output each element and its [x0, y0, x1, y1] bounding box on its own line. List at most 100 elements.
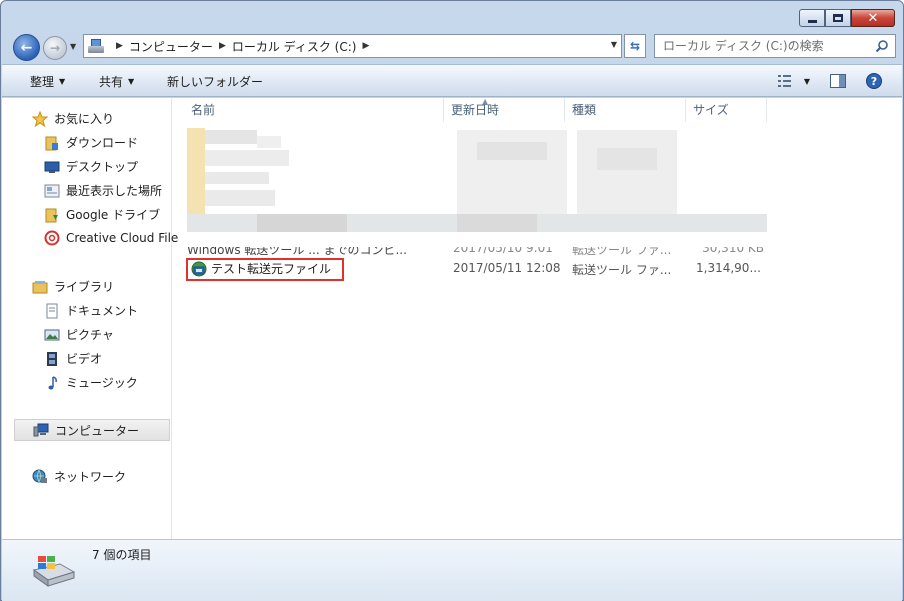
- refresh-icon: ⇆: [629, 39, 641, 53]
- file-type: 転送ツール ファ...: [572, 263, 672, 277]
- nav-recent-places[interactable]: 最近表示した場所: [44, 182, 162, 199]
- computer-icon: [88, 39, 104, 53]
- nav-documents-label: ドキュメント: [66, 304, 139, 318]
- organize-button[interactable]: 整理 ▼: [30, 73, 65, 90]
- nav-computer[interactable]: コンピューター: [14, 419, 170, 441]
- nav-creative-cloud[interactable]: Creative Cloud File: [44, 230, 178, 246]
- chevron-right-icon[interactable]: ▶: [362, 41, 369, 51]
- address-bar[interactable]: ▶ コンピューター ▶ ローカル ディスク (C:) ▶ ▼: [83, 34, 622, 58]
- file-list-pane: ▲ 名前 更新日時 種類 サイズ Windows 転送ツール ... までのコン…: [173, 97, 902, 539]
- breadcrumb-computer[interactable]: コンピューター: [129, 38, 213, 55]
- file-modified: 2017/05/11 12:08: [453, 261, 561, 275]
- preview-pane-icon: [830, 74, 846, 88]
- close-button[interactable]: ✕: [851, 9, 895, 27]
- nav-downloads-label: ダウンロード: [66, 136, 139, 150]
- google-drive-folder-icon: [45, 208, 58, 222]
- nav-network-label: ネットワーク: [54, 470, 127, 484]
- chevron-down-icon: ▼: [128, 77, 135, 86]
- column-header-size[interactable]: サイズ: [687, 98, 767, 122]
- close-icon: ✕: [867, 10, 879, 26]
- nav-desktop[interactable]: デスクトップ: [44, 158, 138, 175]
- nav-downloads[interactable]: ダウンロード: [44, 134, 138, 151]
- address-dropdown-icon[interactable]: ▼: [611, 40, 617, 49]
- nav-libraries[interactable]: ライブラリ: [32, 278, 114, 295]
- creative-cloud-icon: [44, 230, 60, 246]
- preview-pane-button[interactable]: [828, 71, 848, 91]
- search-icon[interactable]: [875, 39, 889, 53]
- drive-icon: [32, 556, 76, 587]
- nav-music[interactable]: ミュージック: [44, 374, 138, 391]
- chevron-down-icon: ▼: [59, 77, 66, 86]
- title-bar: ✕: [1, 1, 903, 31]
- pictures-icon: [44, 329, 60, 340]
- nav-pictures[interactable]: ピクチャ: [44, 326, 114, 343]
- recent-places-icon: [44, 184, 60, 197]
- nav-desktop-label: デスクトップ: [66, 160, 139, 174]
- address-row: ← → ▼ ▶ コンピューター ▶ ローカル ディスク (C:) ▶ ▼ ⇆: [1, 31, 903, 63]
- column-header-name[interactable]: 名前: [185, 98, 444, 122]
- content-area: お気に入り ダウンロード デスクトップ 最近表示した場所 Google ドライブ…: [2, 97, 902, 539]
- nav-libraries-label: ライブラリ: [54, 280, 115, 294]
- item-count: 7 個の項目: [92, 548, 152, 562]
- share-label: 共有: [99, 75, 124, 89]
- column-header-modified[interactable]: 更新日時: [445, 98, 565, 122]
- forward-button[interactable]: →: [43, 36, 67, 60]
- annotation-highlight-box: [186, 258, 344, 281]
- details-pane: 7 個の項目: [2, 539, 902, 601]
- details-view-icon: [777, 75, 791, 87]
- search-input[interactable]: [663, 39, 863, 53]
- nav-computer-label: コンピューター: [55, 423, 140, 438]
- file-size: 1,314,90...: [696, 261, 761, 275]
- nav-network[interactable]: ネットワーク: [32, 468, 126, 485]
- search-box[interactable]: [654, 34, 896, 58]
- nav-videos[interactable]: ビデオ: [44, 350, 102, 367]
- nav-favorites[interactable]: お気に入り: [32, 110, 114, 127]
- maximize-button[interactable]: [825, 9, 851, 27]
- file-type: 転送ツール ファ...: [572, 243, 672, 257]
- minimize-icon: [807, 19, 817, 23]
- back-button[interactable]: ←: [13, 34, 40, 61]
- forward-arrow-icon: →: [49, 41, 61, 55]
- network-globe-icon: [32, 469, 47, 483]
- nav-google-drive[interactable]: Google ドライブ: [44, 206, 160, 223]
- organize-label: 整理: [30, 75, 55, 89]
- chevron-right-icon[interactable]: ▶: [116, 41, 123, 51]
- music-note-icon: [48, 375, 57, 389]
- recent-pages-dropdown[interactable]: ▼: [70, 42, 78, 51]
- new-folder-button[interactable]: 新しいフォルダー: [167, 73, 263, 90]
- back-arrow-icon: ←: [20, 39, 33, 56]
- nav-creative-cloud-label: Creative Cloud File: [66, 231, 179, 245]
- navigation-pane: お気に入り ダウンロード デスクトップ 最近表示した場所 Google ドライブ…: [2, 98, 178, 539]
- command-bar: 整理 ▼ 共有 ▼ 新しいフォルダー ▼ ?: [2, 64, 902, 97]
- change-view-button[interactable]: ▼: [774, 71, 814, 91]
- library-icon: [32, 280, 48, 293]
- chevron-down-icon: ▼: [803, 76, 811, 86]
- maximize-icon: [833, 14, 843, 22]
- minimize-button[interactable]: [799, 9, 825, 27]
- star-icon: [32, 110, 48, 127]
- file-modified: 2017/05/10 9:01: [453, 241, 553, 255]
- help-button[interactable]: ?: [864, 71, 884, 91]
- help-icon: ?: [866, 73, 882, 89]
- refresh-button[interactable]: ⇆: [624, 34, 646, 58]
- nav-videos-label: ビデオ: [66, 352, 103, 366]
- column-header-type[interactable]: 種類: [566, 98, 686, 122]
- file-name: Windows 転送ツール ... までのコンピ...: [187, 243, 407, 257]
- chevron-right-icon[interactable]: ▶: [219, 41, 226, 51]
- computer-icon: [33, 423, 49, 437]
- document-icon: [46, 303, 58, 318]
- explorer-window: ✕ ← → ▼ ▶ コンピューター ▶ ローカル ディスク (C:) ▶ ▼ ⇆…: [0, 0, 904, 601]
- file-row[interactable]: Windows 転送ツール ... までのコンピ... 2017/05/10 9…: [173, 239, 902, 259]
- obscured-file-rows: [187, 128, 767, 246]
- share-button[interactable]: 共有 ▼: [99, 73, 134, 90]
- nav-documents[interactable]: ドキュメント: [44, 302, 138, 319]
- desktop-icon: [44, 161, 60, 173]
- breadcrumb-local-disk[interactable]: ローカル ディスク (C:): [232, 38, 357, 55]
- nav-google-drive-label: Google ドライブ: [66, 208, 161, 222]
- downloads-folder-icon: [45, 136, 58, 150]
- nav-music-label: ミュージック: [66, 376, 138, 390]
- caption-buttons: ✕: [799, 9, 895, 27]
- nav-pictures-label: ピクチャ: [66, 328, 114, 342]
- svg-text:?: ?: [871, 75, 877, 88]
- nav-recent-places-label: 最近表示した場所: [66, 184, 163, 198]
